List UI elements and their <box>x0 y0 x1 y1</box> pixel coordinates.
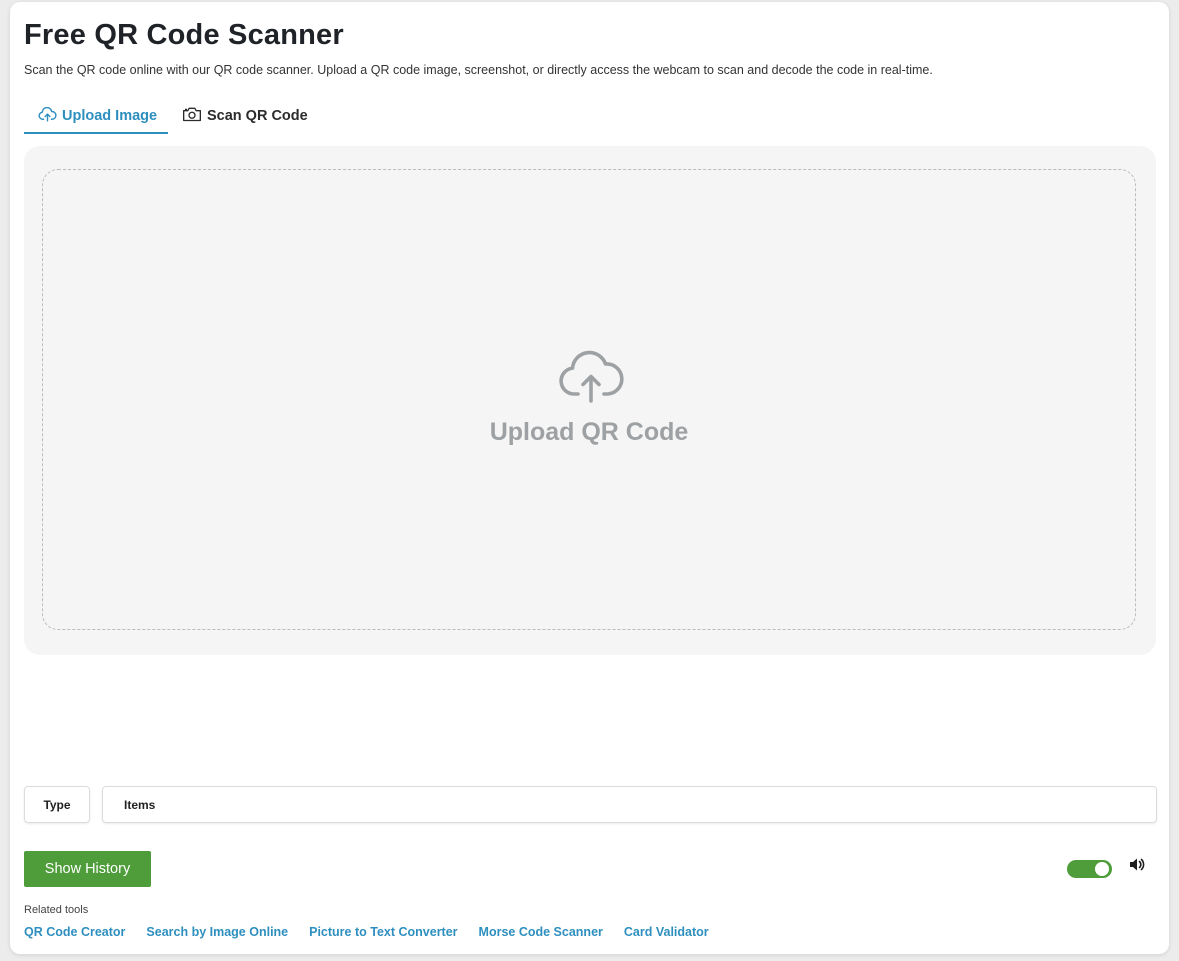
cloud-upload-icon <box>558 350 624 411</box>
related-link-search-by-image[interactable]: Search by Image Online <box>146 925 288 939</box>
tab-label: Scan QR Code <box>207 108 308 124</box>
results-type-header: Type <box>24 786 90 823</box>
related-link-qr-code-creator[interactable]: QR Code Creator <box>24 925 125 939</box>
tab-scan-qr-code[interactable]: Scan QR Code <box>182 100 308 132</box>
page-title: Free QR Code Scanner <box>24 19 344 51</box>
related-tools-links: QR Code Creator Search by Image Online P… <box>24 925 730 939</box>
tab-label: Upload Image <box>62 108 158 124</box>
related-link-card-validator[interactable]: Card Validator <box>624 925 709 939</box>
results-items-header: Items <box>102 786 1157 823</box>
speaker-icon[interactable] <box>1129 857 1146 877</box>
tab-upload-image[interactable]: Upload Image <box>24 100 168 134</box>
related-tools-label: Related tools <box>24 904 89 916</box>
tab-bar: Upload Image Scan QR Code <box>24 100 324 134</box>
upload-panel: Upload QR Code <box>24 146 1156 655</box>
cloud-upload-icon <box>38 106 62 126</box>
scanner-card: Free QR Code Scanner Scan the QR code on… <box>10 2 1169 954</box>
related-link-morse-code-scanner[interactable]: Morse Code Scanner <box>479 925 603 939</box>
page-description: Scan the QR code online with our QR code… <box>24 63 933 77</box>
sound-toggle[interactable] <box>1067 860 1112 878</box>
toggle-knob <box>1095 862 1109 876</box>
camera-icon <box>182 106 207 126</box>
upload-dropzone[interactable]: Upload QR Code <box>42 169 1136 630</box>
upload-label: Upload QR Code <box>489 418 689 446</box>
show-history-button[interactable]: Show History <box>24 851 151 887</box>
related-link-picture-to-text[interactable]: Picture to Text Converter <box>309 925 457 939</box>
